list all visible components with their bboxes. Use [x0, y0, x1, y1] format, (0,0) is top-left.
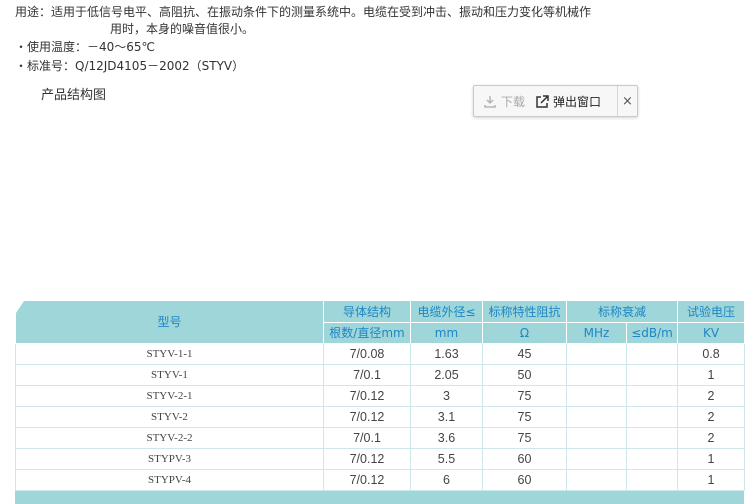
cell-voltage: 2 — [677, 406, 746, 428]
cell-voltage: 1 — [677, 469, 746, 491]
cell-mhz — [566, 364, 627, 386]
cell-diameter: 3 — [410, 385, 483, 407]
cell-db — [625, 448, 679, 470]
download-button[interactable]: 下载 — [474, 86, 531, 116]
cell-voltage: 0.8 — [677, 343, 746, 365]
product-structure-label: 产品结构图 — [41, 88, 107, 103]
header-conductor-line1: 导体结构 — [323, 300, 411, 323]
header-voltage-line2: KV — [677, 322, 746, 344]
header-db: ≤dB/m — [625, 322, 679, 344]
cell-impedance: 75 — [482, 427, 567, 449]
cell-diameter: 3.6 — [410, 427, 483, 449]
cell-voltage: 1 — [677, 448, 746, 470]
cell-db — [625, 385, 679, 407]
table-footer-bar — [15, 491, 744, 504]
popout-label: 弹出窗口 — [553, 94, 602, 109]
cell-conductor: 7/0.12 — [323, 385, 411, 407]
cell-db — [625, 427, 679, 449]
usage-text-line1: 用途：适用于低信号电平、高阻抗、在振动条件下的测量系统中。电缆在受到冲击、振动和… — [15, 5, 592, 19]
header-diameter-line2: mm — [410, 322, 483, 344]
cell-voltage: 1 — [677, 364, 746, 386]
table-row: STYV-1 7/0.1 2.05 50 1 — [15, 364, 746, 386]
cell-mhz — [566, 343, 627, 365]
cell-db — [625, 364, 679, 386]
cell-conductor: 7/0.1 — [323, 364, 411, 386]
cell-db — [625, 406, 679, 428]
table-row: STYPV-3 7/0.12 5.5 60 1 — [15, 448, 746, 470]
header-model: 型号 — [15, 300, 324, 344]
image-popup-toolbar: 下载 弹出窗口 × — [473, 85, 638, 117]
cell-model: STYV-2 — [15, 406, 324, 428]
header-impedance-line2: Ω — [482, 322, 567, 344]
close-button[interactable]: × — [617, 86, 637, 116]
cell-diameter: 2.05 — [410, 364, 483, 386]
header-model-label: 型号 — [157, 315, 182, 329]
header-diameter-line1: 电缆外径≤ — [410, 300, 483, 323]
cell-impedance: 75 — [482, 385, 567, 407]
usage-text-line2: 用时，本身的噪音值很小。 — [110, 22, 255, 36]
cell-model: STYPV-3 — [15, 448, 324, 470]
table-row: STYV-1-1 7/0.08 1.63 45 0.8 — [15, 343, 746, 365]
cell-impedance: 60 — [482, 448, 567, 470]
close-icon: × — [622, 93, 633, 109]
corner-marker — [16, 301, 24, 313]
table-row: STYPV-4 7/0.12 6 60 1 — [15, 469, 746, 491]
download-label: 下载 — [501, 94, 526, 109]
header-voltage-line1: 试验电压 — [677, 300, 746, 323]
cell-diameter: 5.5 — [410, 448, 483, 470]
cell-diameter: 1.63 — [410, 343, 483, 365]
cell-impedance: 45 — [482, 343, 567, 365]
cell-model: STYV-2-2 — [15, 427, 324, 449]
cell-conductor: 7/0.12 — [323, 448, 411, 470]
header-conductor-line2: 根数/直径mm — [323, 322, 411, 344]
temperature-text: ・使用温度：－40～65℃ — [15, 40, 156, 54]
cell-db — [625, 343, 679, 365]
cell-diameter: 3.1 — [410, 406, 483, 428]
cell-model: STYPV-4 — [15, 469, 324, 491]
standard-text: ・标准号：Q/12JD4105－2002（STYV） — [15, 59, 245, 73]
cell-mhz — [566, 406, 627, 428]
external-link-icon — [536, 94, 549, 108]
cell-mhz — [566, 427, 627, 449]
cell-impedance: 75 — [482, 406, 567, 428]
popout-window-button[interactable]: 弹出窗口 — [531, 86, 607, 116]
cell-conductor: 7/0.12 — [323, 406, 411, 428]
header-mhz: MHz — [566, 322, 627, 344]
cell-conductor: 7/0.08 — [323, 343, 411, 365]
cell-conductor: 7/0.1 — [323, 427, 411, 449]
cell-conductor: 7/0.12 — [323, 469, 411, 491]
cell-voltage: 2 — [677, 385, 746, 407]
cell-voltage: 2 — [677, 427, 746, 449]
cell-diameter: 6 — [410, 469, 483, 491]
cell-mhz — [566, 469, 627, 491]
table-row: STYV-2-2 7/0.1 3.6 75 2 — [15, 427, 746, 449]
cell-model: STYV-2-1 — [15, 385, 324, 407]
header-attenuation: 标称衰减 — [565, 300, 679, 323]
table-row: STYV-2-1 7/0.12 3 75 2 — [15, 385, 746, 407]
cell-mhz — [566, 448, 627, 470]
cell-model: STYV-1 — [15, 364, 324, 386]
header-impedance-line1: 标称特性阻抗 — [482, 300, 567, 323]
table-row: STYV-2 7/0.12 3.1 75 2 — [15, 406, 746, 428]
cell-mhz — [566, 385, 627, 407]
download-icon — [484, 95, 496, 108]
spec-table: 型号 导体结构 电缆外径≤ 标称特性阻抗 标称衰减 试验电压 根数/直径mm m… — [15, 300, 746, 491]
cell-model: STYV-1-1 — [15, 343, 324, 365]
cell-impedance: 60 — [482, 469, 567, 491]
cell-db — [625, 469, 679, 491]
cell-impedance: 50 — [482, 364, 567, 386]
